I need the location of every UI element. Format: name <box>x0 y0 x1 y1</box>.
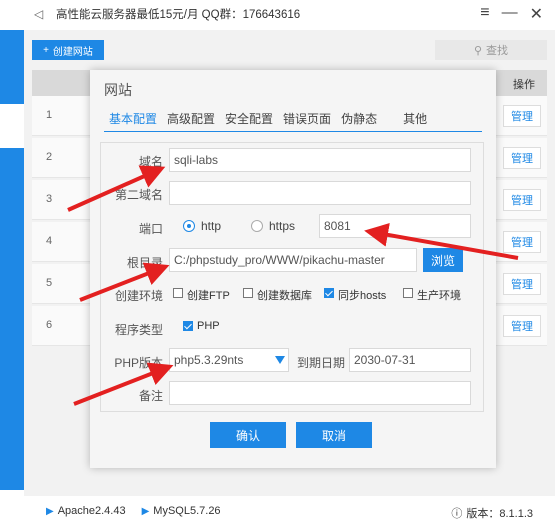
second-domain-label: 第二域名 <box>114 188 163 202</box>
speaker-icon: ◁ <box>34 7 44 21</box>
https-radio[interactable] <box>251 220 263 232</box>
create-site-label: 创建网站 <box>52 46 93 58</box>
mysql-label: MySQL5.7.26 <box>153 505 221 517</box>
program-type-label: 程序类型 <box>114 323 163 337</box>
sidebar-accent-bottom <box>0 148 24 490</box>
row-number: 3 <box>46 193 53 205</box>
manage-button[interactable]: 管理 <box>503 189 541 211</box>
port-input[interactable]: 8081 <box>319 214 471 238</box>
http-radio[interactable] <box>183 220 195 232</box>
sync-hosts-checkbox[interactable] <box>324 288 334 298</box>
env-label: 创建环境 <box>114 289 163 303</box>
menu-icon[interactable]: ≡ <box>480 4 489 24</box>
plus-icon: + <box>43 44 49 56</box>
mysql-status[interactable]: ▶ MySQL5.7.26 <box>142 505 221 517</box>
tab-other[interactable]: 其他 <box>398 108 432 130</box>
tab-rewrite[interactable]: 伪静态 <box>336 108 382 130</box>
domain-input[interactable]: sqli-labs <box>169 148 471 172</box>
tab-basic[interactable]: 基本配置 <box>104 108 162 130</box>
row-number: 4 <box>46 235 53 247</box>
expire-date-label: 到期日期 <box>296 356 345 370</box>
production-env-checkbox[interactable] <box>403 288 413 298</box>
create-db-checkbox[interactable] <box>243 288 253 298</box>
search-icon: ⚲ <box>473 44 483 57</box>
root-dir-label: 根目录 <box>126 256 163 270</box>
status-bar: ▶ Apache2.4.43 ▶ MySQL5.7.26 ⓘ 版本：8.1.1.… <box>24 496 555 526</box>
dialog-tabs: 基本配置 高级配置 安全配置 错误页面 伪静态 其他 <box>104 108 482 132</box>
apache-label: Apache2.4.43 <box>57 505 126 517</box>
http-label: http <box>201 219 222 233</box>
create-ftp-label: 创建FTP <box>187 290 230 302</box>
manage-button[interactable]: 管理 <box>503 147 541 169</box>
root-dir-input[interactable]: C:/phpstudy_pro/WWW/pikachu-master <box>169 248 417 272</box>
create-db-label: 创建数据库 <box>257 290 312 302</box>
manage-button[interactable]: 管理 <box>503 315 541 337</box>
browse-button[interactable]: 浏览 <box>423 248 463 272</box>
play-icon: ▶ <box>141 505 150 517</box>
title-bar: ◁ 高性能云服务器最低15元/月 QQ群：176643616 ≡ — ✕ <box>24 0 555 28</box>
sidebar-accent-top <box>0 30 24 104</box>
sync-hosts-label: 同步hosts <box>338 290 387 302</box>
note-label: 备注 <box>138 389 163 403</box>
create-site-button[interactable]: + 创建网站 <box>32 40 104 60</box>
php-label: PHP <box>197 320 220 332</box>
dialog-title: 网站 <box>104 82 132 98</box>
action-column-header: 操作 <box>513 79 535 91</box>
php-checkbox[interactable] <box>183 321 193 331</box>
manage-button[interactable]: 管理 <box>503 105 541 127</box>
info-icon: ⓘ <box>451 508 463 520</box>
notice-text[interactable]: 高性能云服务器最低15元/月 QQ群：176643616 <box>56 6 300 22</box>
php-version-select[interactable]: php5.3.29nts <box>169 348 289 372</box>
row-number: 1 <box>46 109 53 121</box>
row-number: 2 <box>46 151 53 163</box>
minimize-icon[interactable]: — <box>502 4 518 24</box>
confirm-button[interactable]: 确认 <box>210 422 286 448</box>
chevron-down-icon[interactable] <box>275 356 285 364</box>
second-domain-input[interactable] <box>169 181 471 205</box>
tab-error-pages[interactable]: 错误页面 <box>278 108 336 130</box>
create-ftp-checkbox[interactable] <box>173 288 183 298</box>
play-icon: ▶ <box>46 505 54 517</box>
manage-button[interactable]: 管理 <box>503 231 541 253</box>
port-label: 端口 <box>138 222 163 236</box>
row-number: 6 <box>46 319 53 331</box>
toolbar: + 创建网站 ⚲ 查找 <box>32 40 547 62</box>
production-env-label: 生产环境 <box>417 290 461 302</box>
row-number: 5 <box>46 277 53 289</box>
version-label: 版本：8.1.1.3 <box>466 508 533 520</box>
apache-status[interactable]: ▶ Apache2.4.43 <box>46 505 126 517</box>
close-icon[interactable]: ✕ <box>530 4 543 24</box>
search-box[interactable]: ⚲ 查找 <box>435 40 547 60</box>
https-label: https <box>269 219 296 233</box>
window-controls: ≡ — ✕ <box>480 4 543 24</box>
expire-date-input[interactable]: 2030-07-31 <box>349 348 471 372</box>
domain-label: 域名 <box>138 155 163 169</box>
site-dialog: 网站 基本配置 高级配置 安全配置 错误页面 伪静态 其他 域名 sqli-la… <box>90 70 496 468</box>
tab-security[interactable]: 安全配置 <box>220 108 278 130</box>
note-input[interactable] <box>169 381 471 405</box>
basic-config-form: 域名 sqli-labs 第二域名 端口 http https 8081 根目录… <box>100 142 484 412</box>
version-info: ⓘ 版本：8.1.1.3 <box>451 505 533 521</box>
search-label: 查找 <box>486 45 509 57</box>
tab-advanced[interactable]: 高级配置 <box>162 108 220 130</box>
php-version-label: PHP版本 <box>114 356 163 370</box>
manage-button[interactable]: 管理 <box>503 273 541 295</box>
cancel-button[interactable]: 取消 <box>296 422 372 448</box>
